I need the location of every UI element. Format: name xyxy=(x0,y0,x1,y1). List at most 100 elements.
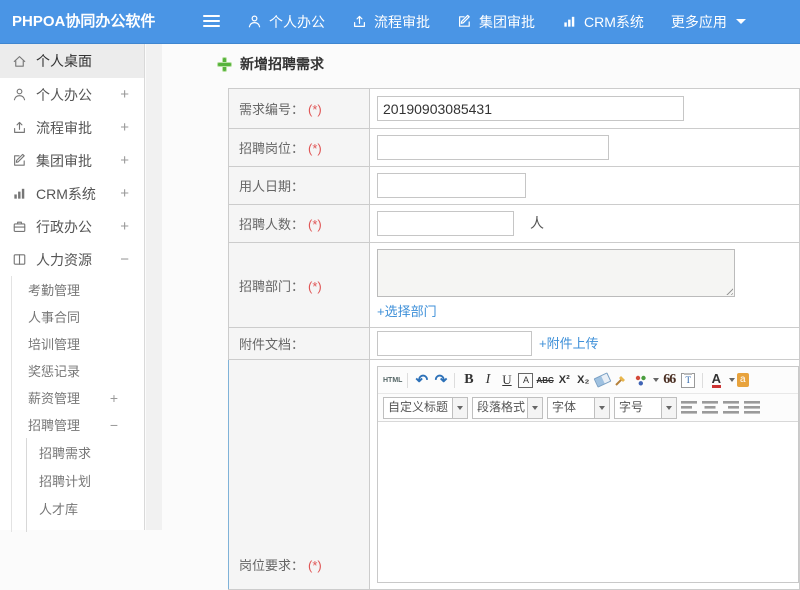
menu-toggle-icon[interactable] xyxy=(203,15,220,27)
nav-label: 个人办公 xyxy=(269,13,325,30)
bold-button[interactable]: B xyxy=(460,370,477,390)
strikethrough-button[interactable]: ABC xyxy=(536,370,553,390)
undo-button[interactable]: ↶ xyxy=(413,370,430,390)
attachment-input[interactable] xyxy=(377,331,532,356)
caret-down-icon xyxy=(532,405,538,410)
edit-icon xyxy=(14,153,25,166)
highlight-button[interactable] xyxy=(632,370,649,390)
expand-plus[interactable]: + xyxy=(120,86,129,103)
align-left-button[interactable] xyxy=(681,401,698,414)
sidebar-item-recruit-plan[interactable]: 招聘计划 xyxy=(27,466,144,494)
edit-icon xyxy=(459,14,470,27)
hr-submenu: 考勤管理 人事合同 培训管理 奖惩记录 薪资管理 + 招聘管理 − 招聘需求 招… xyxy=(11,276,144,532)
italic-button[interactable]: I xyxy=(479,370,496,390)
bg-color-button[interactable]: a xyxy=(736,373,749,387)
paste-text-button[interactable]: T xyxy=(680,370,697,390)
field-label: 招聘人数： xyxy=(239,217,305,232)
paragraph-format-select[interactable]: 段落格式 xyxy=(472,396,543,419)
user-icon xyxy=(248,15,261,28)
select-caret[interactable] xyxy=(527,397,542,418)
resize-handle-icon[interactable] xyxy=(724,286,733,295)
nav-personal-office[interactable]: 个人办公 xyxy=(247,12,325,32)
font-color-button[interactable]: A xyxy=(711,372,721,388)
sidebar-item-human-resources[interactable]: 人力资源 − xyxy=(0,243,144,276)
subscript-button[interactable]: X₂ xyxy=(575,370,592,390)
nav-workflow-approval[interactable]: 流程审批 xyxy=(352,12,430,32)
sidebar-item-reward-punish-record[interactable]: 奖惩记录 xyxy=(12,357,144,384)
expand-plus[interactable]: + xyxy=(110,390,118,406)
sidebar-item-personal-desktop[interactable]: 个人桌面 xyxy=(0,44,144,78)
nav-label: 集团审批 xyxy=(479,13,535,30)
select-caret[interactable] xyxy=(594,397,609,418)
select-caret[interactable] xyxy=(452,397,467,418)
sidebar-item-workflow-approval[interactable]: 流程审批 + xyxy=(0,111,144,144)
sidebar-item-group-approval[interactable]: 集团审批 + xyxy=(0,144,144,177)
caret-down-icon xyxy=(666,405,672,410)
recruit-dept-textarea[interactable] xyxy=(377,249,735,297)
employ-date-input[interactable] xyxy=(377,173,526,198)
select-caret[interactable] xyxy=(661,397,676,418)
expand-plus[interactable]: + xyxy=(120,152,129,169)
briefcase-icon xyxy=(13,221,26,232)
recruit-count-input[interactable] xyxy=(377,211,514,236)
blockquote-button[interactable]: 66 xyxy=(661,370,678,390)
form-row: 附件文档： +附件上传 xyxy=(228,327,800,360)
sidebar-item-training-mgmt[interactable]: 培训管理 xyxy=(12,330,144,357)
sidebar-item-admin-office[interactable]: 行政办公 + xyxy=(0,210,144,243)
sidebar-item-salary-mgmt[interactable]: 薪资管理 + xyxy=(12,384,144,411)
attachment-upload-link[interactable]: +附件上传 xyxy=(539,333,599,352)
char-style-button[interactable]: A xyxy=(518,372,534,388)
recruit-submenu: 招聘需求 招聘计划 人才库 xyxy=(26,438,144,532)
expand-plus[interactable]: + xyxy=(120,119,129,136)
workflow-icon xyxy=(14,121,25,133)
expand-minus[interactable]: − xyxy=(110,417,118,433)
format-brush-button[interactable] xyxy=(613,370,630,390)
font-size-select[interactable]: 字号 xyxy=(614,396,677,419)
sidebar-item-personal-office[interactable]: 个人办公 + xyxy=(0,78,144,111)
sidebar-item-talent-pool[interactable]: 人才库 xyxy=(27,494,144,522)
expand-plus[interactable]: + xyxy=(120,185,129,202)
top-bar: PHPOA协同办公软件 个人办公 流程审批 集团审批 CRM系统 更多应用 xyxy=(0,0,800,44)
sidebar-item-attendance-mgmt[interactable]: 考勤管理 xyxy=(12,276,144,303)
color-dots-icon xyxy=(635,375,646,385)
sidebar-item-label: CRM系统 xyxy=(36,185,96,202)
expand-plus[interactable]: + xyxy=(120,218,129,235)
sidebar-item-personnel-contract[interactable]: 人事合同 xyxy=(12,303,144,330)
caret-down-icon[interactable] xyxy=(652,378,659,382)
field-label: 招聘部门： xyxy=(239,278,305,294)
sidebar-item-recruit-demand[interactable]: 招聘需求 xyxy=(27,438,144,466)
font-family-select[interactable]: 字体 xyxy=(547,396,610,419)
superscript-button[interactable]: X² xyxy=(556,370,573,390)
align-right-button[interactable] xyxy=(723,401,740,414)
sidebar-item-label: 行政办公 xyxy=(36,218,92,235)
editor-toolbar-row1: HTML ↶ ↷ B I U A ABC X² X₂ 66 T A a xyxy=(378,367,798,394)
recruit-post-input[interactable] xyxy=(377,135,609,160)
align-center-button[interactable] xyxy=(702,401,719,414)
sidebar-item-crm-system[interactable]: CRM系统 + xyxy=(0,177,144,210)
nav-crm-system[interactable]: CRM系统 xyxy=(562,12,644,32)
demand-number-input[interactable] xyxy=(377,96,684,121)
underline-button[interactable]: U xyxy=(498,370,515,390)
form-row: 岗位要求： (*) HTML ↶ ↷ B I U A ABC X² X₂ 66 … xyxy=(228,359,800,590)
nav-group-approval[interactable]: 集团审批 xyxy=(457,12,535,32)
html-source-button[interactable]: HTML xyxy=(383,370,402,390)
caret-down-icon xyxy=(599,405,605,410)
sidebar-item-recruit-mgmt[interactable]: 招聘管理 − xyxy=(12,411,144,438)
sidebar-scrollbar[interactable] xyxy=(146,44,162,530)
editor-toolbar-row2: 自定义标题 段落格式 字体 字号 xyxy=(378,394,798,422)
align-justify-button[interactable] xyxy=(744,401,761,414)
heading-select[interactable]: 自定义标题 xyxy=(383,396,468,419)
nav-label: CRM系统 xyxy=(584,13,644,30)
main-content: 新增招聘需求 需求编号：(*) 招聘岗位：(*) 用人日期： 招聘人数：(*) … xyxy=(162,44,800,590)
sidebar-item-label: 招聘需求 xyxy=(39,445,92,461)
editor-content-area[interactable] xyxy=(378,422,798,582)
nav-more-apps[interactable]: 更多应用 xyxy=(671,12,746,32)
caret-down-icon[interactable] xyxy=(728,378,735,382)
form-row: 招聘岗位： (*) xyxy=(228,128,800,167)
select-department-link[interactable]: +选择部门 xyxy=(377,301,437,320)
required-mark: (*) xyxy=(308,558,322,573)
field-label: 附件文档： xyxy=(239,337,305,352)
expand-minus[interactable]: − xyxy=(120,251,129,268)
redo-button[interactable]: ↷ xyxy=(432,370,449,390)
eraser-button[interactable] xyxy=(593,370,612,390)
